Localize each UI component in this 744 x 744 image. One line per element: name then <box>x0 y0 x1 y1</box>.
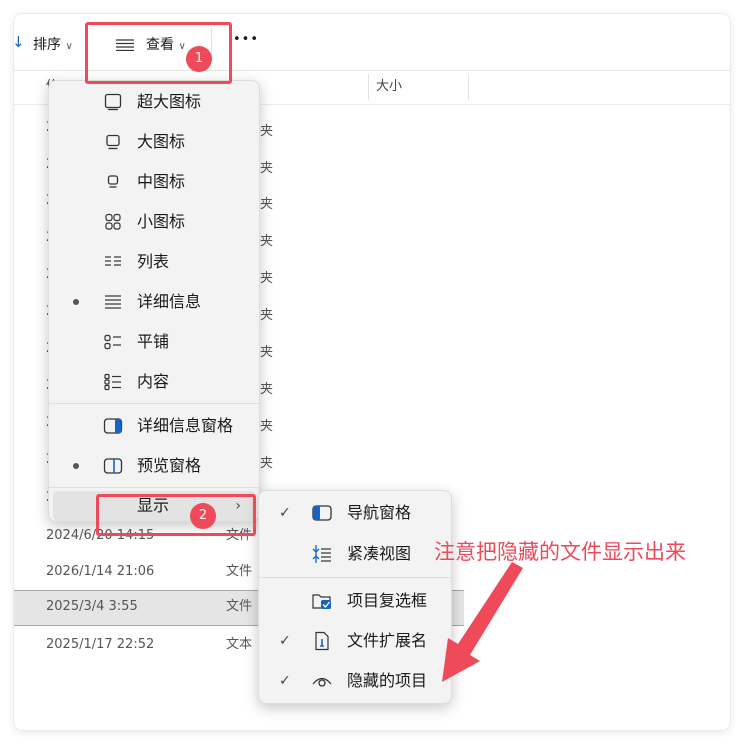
row-type-fragment: 夹 <box>260 234 274 249</box>
menu-item-list[interactable]: 列表 <box>53 243 255 281</box>
menu-item-label: 中图标 <box>137 172 186 191</box>
submenu-item-label: 文件扩展名 <box>347 631 428 650</box>
menu-separator <box>49 487 259 488</box>
menu-item-content[interactable]: 内容 <box>53 363 255 401</box>
preview-pane-icon <box>103 457 123 475</box>
submenu-item-item-checkboxes[interactable]: 项目复选框 <box>263 582 447 620</box>
details-pane-icon <box>103 417 123 435</box>
details-icon <box>103 293 123 311</box>
check-icon: ✓ <box>279 505 291 521</box>
menu-item-preview-pane[interactable]: 预览窗格 <box>53 447 255 485</box>
step-badge-1: 1 <box>186 46 212 72</box>
menu-item-label: 平铺 <box>137 332 170 351</box>
submenu-item-label: 隐藏的项目 <box>347 671 428 690</box>
menu-item-label: 列表 <box>137 252 170 271</box>
selected-bullet-icon <box>73 299 79 305</box>
highlight-box-show <box>96 494 256 536</box>
step-badge-2: 2 <box>190 503 216 529</box>
submenu-item-hidden-items[interactable]: ✓ 隐藏的项目 <box>263 662 447 700</box>
menu-item-medium-icons[interactable]: 中图标 <box>53 163 255 201</box>
submenu-item-compact-view[interactable]: 紧凑视图 <box>263 535 447 573</box>
row-date: 2026/1/14 21:06 <box>46 564 155 579</box>
menu-item-details-pane[interactable]: 详细信息窗格 <box>53 407 255 445</box>
file-extension-icon <box>311 631 333 651</box>
menu-item-small-icons[interactable]: 小图标 <box>53 203 255 241</box>
row-type-fragment: 夹 <box>260 161 274 176</box>
view-dropdown-menu: 超大图标 大图标 中图标 小图标 列表 详细信息 平铺 内容 详细信息窗格 预览… <box>48 80 260 522</box>
menu-item-label: 小图标 <box>137 212 186 231</box>
hidden-items-icon <box>311 671 333 691</box>
submenu-item-label: 项目复选框 <box>347 591 428 610</box>
row-type: 文件 <box>226 564 253 579</box>
large-icons-icon <box>103 133 123 151</box>
menu-separator <box>259 577 451 578</box>
menu-item-label: 预览窗格 <box>137 456 202 475</box>
column-divider <box>468 74 469 100</box>
row-type-fragment: 夹 <box>260 124 274 139</box>
row-type: 文本 <box>226 637 253 652</box>
more-options-button[interactable]: ••• <box>233 32 259 47</box>
row-type-fragment: 夹 <box>260 197 274 212</box>
menu-item-label: 内容 <box>137 372 170 391</box>
row-type-fragment: 夹 <box>260 345 274 360</box>
compact-view-icon <box>311 544 333 564</box>
menu-item-label: 详细信息 <box>137 292 202 311</box>
content-icon <box>103 373 123 391</box>
chevron-down-icon: ∨ <box>65 41 73 52</box>
submenu-item-navigation-pane[interactable]: ✓ 导航窗格 <box>263 494 447 532</box>
check-icon: ✓ <box>279 673 291 689</box>
menu-item-large-icons[interactable]: 大图标 <box>53 123 255 161</box>
menu-item-extra-large-icons[interactable]: 超大图标 <box>53 83 255 121</box>
row-type-fragment: 夹 <box>260 419 274 434</box>
row-date: 2025/3/4 3:55 <box>46 599 138 614</box>
list-icon <box>103 253 123 271</box>
row-type-fragment: 夹 <box>260 382 274 397</box>
check-icon: ✓ <box>279 633 291 649</box>
sort-arrow-icon: ↓ <box>14 33 25 51</box>
menu-item-label: 大图标 <box>137 132 186 151</box>
column-divider <box>368 74 369 100</box>
row-type-fragment: 夹 <box>260 271 274 286</box>
menu-item-tiles[interactable]: 平铺 <box>53 323 255 361</box>
menu-item-label: 超大图标 <box>137 92 202 111</box>
row-date: 2025/1/17 22:52 <box>46 637 155 652</box>
column-header-size[interactable]: 大小 <box>376 70 402 104</box>
sort-button[interactable]: 排序 ∨ <box>33 34 73 54</box>
selected-bullet-icon <box>73 463 79 469</box>
row-type-fragment: 夹 <box>260 456 274 471</box>
menu-separator <box>49 403 259 404</box>
sort-label: 排序 <box>33 37 61 53</box>
submenu-item-file-extensions[interactable]: ✓ 文件扩展名 <box>263 622 447 660</box>
extra-large-icons-icon <box>103 93 123 111</box>
row-type-fragment: 夹 <box>260 308 274 323</box>
small-icons-icon <box>103 213 123 231</box>
menu-item-details[interactable]: 详细信息 <box>53 283 255 321</box>
row-type: 文件 <box>226 599 253 614</box>
menu-item-label: 详细信息窗格 <box>137 416 234 435</box>
navigation-pane-icon <box>311 503 333 523</box>
annotation-arrow-icon <box>430 560 540 690</box>
tiles-icon <box>103 333 123 351</box>
medium-icons-icon <box>103 173 123 191</box>
submenu-item-label: 紧凑视图 <box>347 544 412 563</box>
show-submenu: ✓ 导航窗格 紧凑视图 项目复选框 ✓ 文件扩展名 ✓ 隐藏的项目 <box>258 490 452 704</box>
item-checkbox-icon <box>311 591 333 611</box>
submenu-item-label: 导航窗格 <box>347 503 412 522</box>
